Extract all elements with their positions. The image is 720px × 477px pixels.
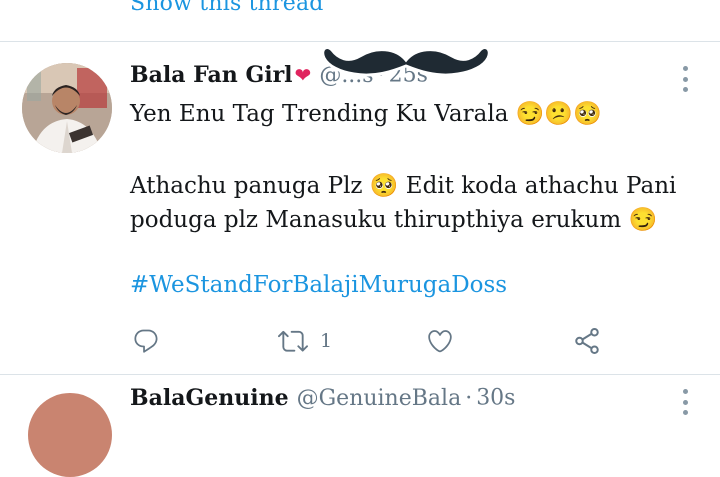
reply-icon [134,329,158,353]
divider-bottom [0,374,720,375]
next-avatar[interactable] [28,393,112,477]
show-thread-link[interactable]: Show this thread [130,0,324,16]
tweet-text: Yen Enu Tag Trending Ku Varala 😏😕🥺 Athac… [130,97,700,237]
heart-emoji: ❤ [294,63,312,87]
share-button[interactable] [572,322,602,360]
next-handle[interactable]: @GenuineBala [297,386,462,411]
next-separator-dot: · [465,385,473,411]
avatar-image [22,63,112,153]
next-timestamp[interactable]: 30s [476,386,515,411]
retweet-icon [278,330,308,352]
more-icon[interactable] [680,66,690,92]
display-name[interactable]: Bala Fan Girl [130,62,293,88]
like-button[interactable] [426,322,466,360]
share-icon [575,328,599,354]
avatar[interactable] [22,63,112,153]
tweet-line-4: poduga plz Manasuku thirupthiya erukum 😏 [130,207,658,233]
mustache-sticker [321,46,491,77]
like-icon [428,330,452,353]
tweet-line-1: Yen Enu Tag Trending Ku Varala 😏😕🥺 [130,101,602,127]
next-more-icon[interactable] [680,389,690,415]
retweet-button[interactable]: 1 [278,322,332,360]
next-tweet-header: BalaGenuine @GenuineBala · 30s [130,385,515,411]
hashtag-link[interactable]: #WeStandForBalajiMurugaDoss [130,272,507,298]
tweet-line-gap [130,131,700,169]
next-display-name[interactable]: BalaGenuine [130,385,289,411]
tweet-line-3: Athachu panuga Plz 🥺 Edit koda athachu P… [130,173,677,199]
retweet-count: 1 [320,330,333,352]
tweet-actions: 1 [130,322,610,360]
reply-button[interactable] [132,322,172,360]
